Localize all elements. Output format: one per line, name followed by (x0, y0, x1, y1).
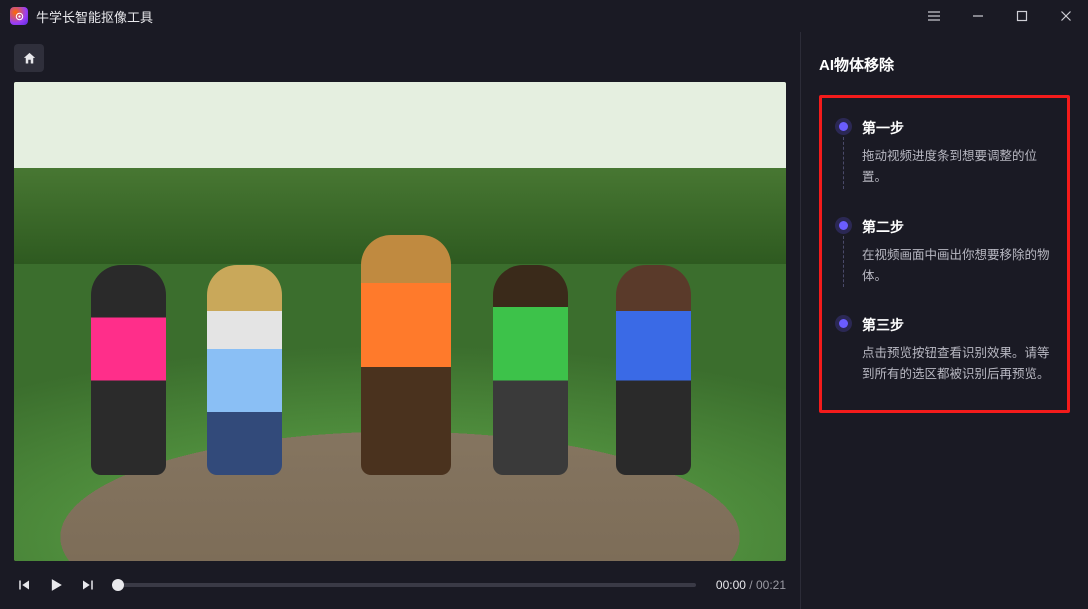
panel-title: AI物体移除 (819, 54, 1070, 75)
current-time: 00:00 (716, 578, 746, 592)
player-controls: 00:00 / 00:21 (14, 571, 786, 599)
step-desc: 点击预览按钮查看识别效果。请等到所有的选区都被识别后再预览。 (862, 343, 1053, 386)
step-desc: 拖动视频进度条到想要调整的位置。 (862, 146, 1053, 189)
time-display: 00:00 / 00:21 (716, 578, 786, 592)
step-title: 第三步 (862, 315, 1053, 335)
prev-frame-button[interactable] (14, 576, 32, 594)
step-item: 第三步 点击预览按钮查看识别效果。请等到所有的选区都被识别后再预览。 (836, 315, 1053, 386)
side-panel: AI物体移除 第一步 拖动视频进度条到想要调整的位置。 第二步 在视频画面中画出… (800, 32, 1088, 609)
close-button[interactable] (1044, 0, 1088, 32)
minimize-button[interactable] (956, 0, 1000, 32)
steps-highlight-box: 第一步 拖动视频进度条到想要调整的位置。 第二步 在视频画面中画出你想要移除的物… (819, 95, 1070, 413)
progress-bar[interactable] (118, 583, 696, 587)
next-frame-button[interactable] (80, 576, 98, 594)
step-dot-icon (839, 221, 848, 230)
step-item: 第二步 在视频画面中画出你想要移除的物体。 (836, 217, 1053, 288)
app-title: 牛学长智能抠像工具 (36, 7, 153, 26)
menu-button[interactable] (912, 0, 956, 32)
step-desc: 在视频画面中画出你想要移除的物体。 (862, 245, 1053, 288)
step-title: 第一步 (862, 118, 1053, 138)
play-button[interactable] (46, 575, 66, 595)
step-dot-icon (839, 319, 848, 328)
app-logo-icon (10, 7, 28, 25)
home-button[interactable] (14, 44, 44, 72)
video-frame-image (14, 82, 786, 561)
step-dot-icon (839, 122, 848, 131)
video-canvas[interactable] (14, 82, 786, 561)
total-time: 00:21 (756, 578, 786, 592)
title-bar: 牛学长智能抠像工具 (0, 0, 1088, 32)
step-title: 第二步 (862, 217, 1053, 237)
progress-thumb[interactable] (112, 579, 124, 591)
maximize-button[interactable] (1000, 0, 1044, 32)
step-item: 第一步 拖动视频进度条到想要调整的位置。 (836, 118, 1053, 189)
